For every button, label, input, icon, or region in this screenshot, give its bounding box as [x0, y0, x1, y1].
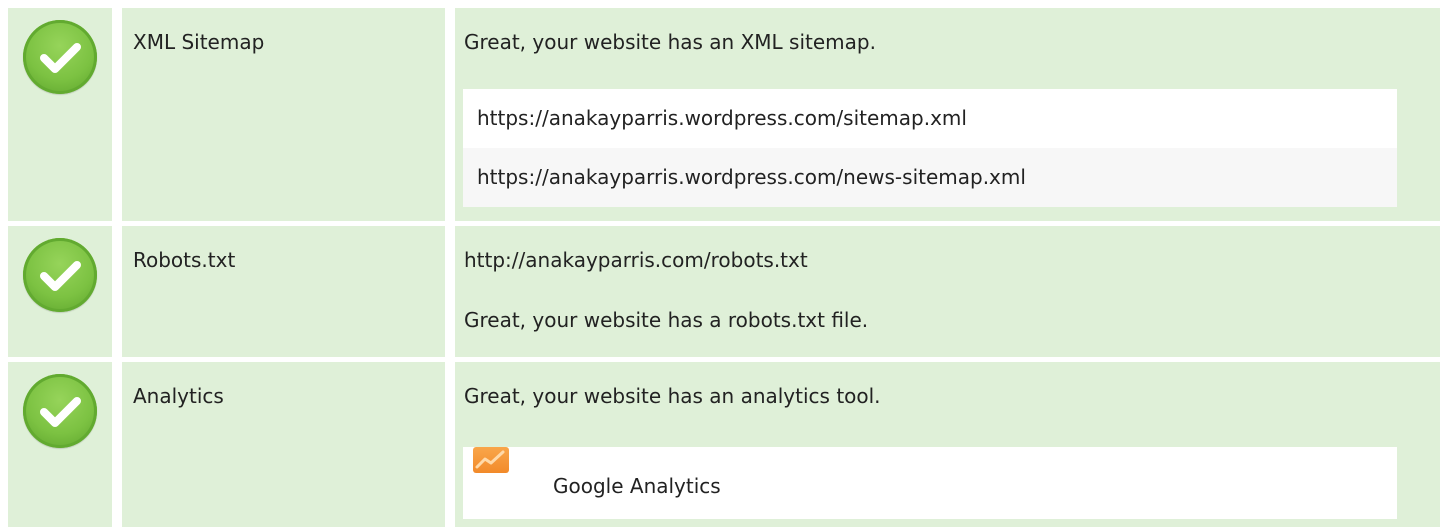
check-label: Analytics	[133, 384, 224, 408]
analytics-tool-list: Google Analytics	[463, 447, 1397, 519]
analytics-row: Analytics Great, your website has an ana…	[0, 362, 1449, 527]
analytics-tool-name: Google Analytics	[553, 474, 721, 498]
check-label: Robots.txt	[133, 248, 236, 272]
check-circle-icon	[23, 374, 97, 448]
check-circle-icon	[23, 238, 97, 312]
check-label: XML Sitemap	[133, 30, 265, 54]
sitemap-link[interactable]: https://anakayparris.wordpress.com/news-…	[463, 148, 1397, 207]
content-cell: Great, your website has an analytics too…	[455, 362, 1440, 527]
google-analytics-icon	[473, 447, 509, 473]
robots-txt-row: Robots.txt http://anakayparris.com/robot…	[0, 226, 1449, 357]
status-cell	[8, 8, 112, 221]
content-cell: http://anakayparris.com/robots.txt Great…	[455, 226, 1440, 357]
label-cell: Analytics	[122, 362, 445, 527]
robots-url-link[interactable]: http://anakayparris.com/robots.txt	[464, 248, 808, 272]
status-cell	[8, 362, 112, 527]
analytics-tool-item: Google Analytics	[463, 447, 1397, 519]
sitemap-list: https://anakayparris.wordpress.com/sitem…	[463, 89, 1397, 207]
label-cell: XML Sitemap	[122, 8, 445, 221]
label-cell: Robots.txt	[122, 226, 445, 357]
content-cell: Great, your website has an XML sitemap. …	[455, 8, 1440, 221]
sitemap-link[interactable]: https://anakayparris.wordpress.com/sitem…	[463, 89, 1397, 148]
check-message: Great, your website has a robots.txt fil…	[464, 308, 869, 332]
xml-sitemap-row: XML Sitemap Great, your website has an X…	[0, 8, 1449, 221]
status-cell	[8, 226, 112, 357]
check-message: Great, your website has an analytics too…	[464, 384, 881, 408]
check-circle-icon	[23, 20, 97, 94]
check-message: Great, your website has an XML sitemap.	[464, 30, 876, 54]
